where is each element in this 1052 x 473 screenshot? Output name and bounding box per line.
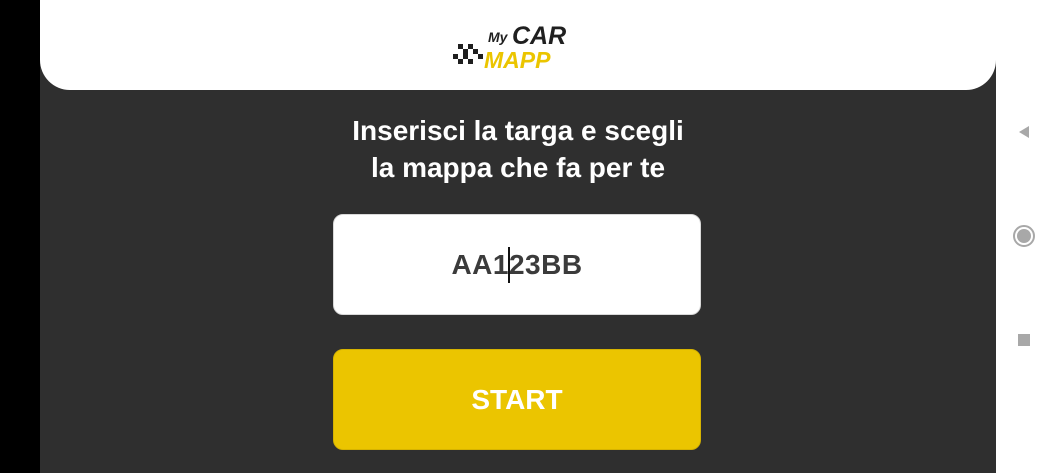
nav-home-button[interactable]	[996, 216, 1052, 256]
app-header: My CAR MAPP	[40, 0, 996, 90]
logo-my-text: My	[488, 29, 509, 45]
license-plate-input[interactable]: AA1 23BB	[333, 214, 701, 315]
device-screen: My CAR MAPP Inserisci la targa e scegli …	[0, 0, 1052, 473]
logo-mapp-text: MAPP	[484, 47, 551, 72]
headline-line-1: Inserisci la targa e scegli	[352, 115, 684, 146]
nav-back-button[interactable]	[996, 112, 1052, 152]
plate-value-before-caret: AA1	[451, 248, 509, 280]
checkered-flag-icon	[453, 44, 483, 64]
back-icon	[1019, 126, 1029, 138]
android-nav-bar	[996, 0, 1052, 473]
logo-car-text: CAR	[512, 22, 566, 50]
instruction-headline: Inserisci la targa e scegli la mappa che…	[218, 112, 818, 186]
home-icon	[1013, 225, 1035, 247]
start-button-label: START	[471, 383, 563, 415]
recents-icon	[1018, 334, 1030, 346]
mycarmapp-logo: My CAR MAPP	[453, 22, 566, 72]
headline-line-2: la mappa che fa per te	[370, 152, 666, 183]
plate-value-after-caret: 23BB	[508, 248, 583, 280]
start-button[interactable]: START	[333, 349, 701, 450]
app-window: My CAR MAPP Inserisci la targa e scegli …	[40, 0, 996, 473]
nav-recents-button[interactable]	[996, 320, 1052, 360]
